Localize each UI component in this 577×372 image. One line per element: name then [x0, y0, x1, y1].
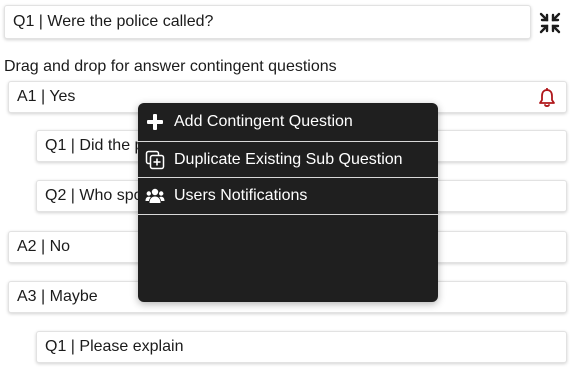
answer-label: A1 | Yes: [17, 88, 76, 105]
users-icon: [145, 188, 165, 203]
duplicate-icon: [145, 150, 165, 169]
menu-item-add-contingent-question[interactable]: Add Contingent Question: [138, 103, 438, 141]
question-title: Q1 | Were the police called?: [13, 13, 214, 30]
answer-label: A2 | No: [17, 238, 71, 255]
menu-item-label: Add Contingent Question: [174, 113, 353, 130]
instructions-text: Drag and drop for answer contingent ques…: [4, 58, 337, 75]
answer-label: A3 | Maybe: [17, 288, 98, 305]
menu-item-label: Users Notifications: [174, 187, 308, 204]
plus-icon: [147, 114, 163, 130]
sub-question-label: Q1 | Please explain: [45, 338, 184, 355]
page: Q1 | Were the police called? Drag and dr…: [0, 0, 577, 372]
bell-icon[interactable]: [538, 88, 556, 108]
question-card[interactable]: Q1 | Were the police called?: [4, 5, 531, 39]
menu-item-users-notifications[interactable]: Users Notifications: [138, 178, 438, 215]
menu-item-duplicate-sub-question[interactable]: Duplicate Existing Sub Question: [138, 141, 438, 178]
sub-question-card[interactable]: Q1 | Please explain: [36, 331, 567, 363]
context-menu: Add Contingent Question Duplicate Existi…: [138, 103, 438, 302]
menu-item-label: Duplicate Existing Sub Question: [174, 150, 403, 168]
collapse-icon[interactable]: [539, 12, 561, 34]
